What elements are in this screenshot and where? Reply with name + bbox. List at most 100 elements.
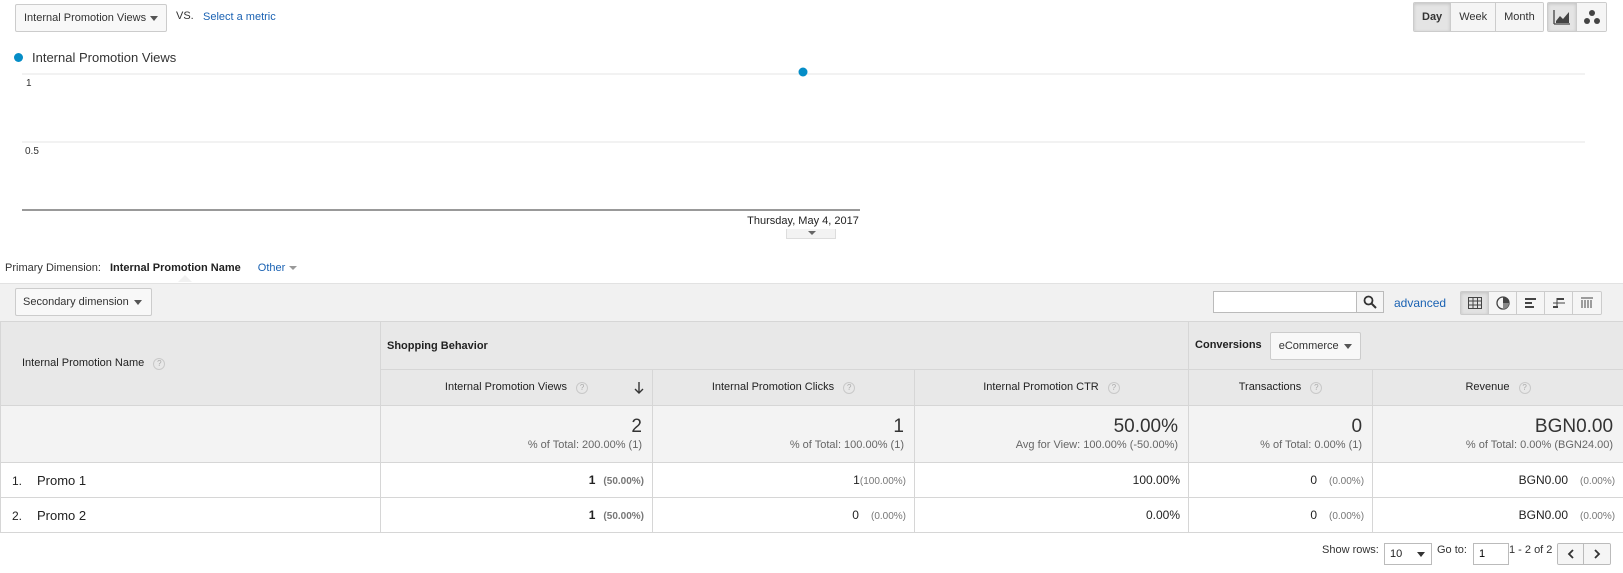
page-range: 1 - 2 of 2 <box>1509 544 1553 556</box>
conversions-select[interactable]: eCommerce <box>1269 331 1361 360</box>
column-header-label: Internal Promotion CTR <box>983 381 1099 394</box>
line-chart: 1 0.5 Thursday, May 4, 2017 <box>22 67 1585 227</box>
total-value: 50.00% <box>1113 416 1179 437</box>
views-cell: 1 (50.00%) <box>380 497 653 533</box>
primary-dimension-active[interactable]: Internal Promotion Name <box>110 262 241 282</box>
chart-collapse-handle[interactable] <box>786 229 836 239</box>
totals-empty-cell <box>0 405 381 463</box>
revenue-percent: (0.00%) <box>1580 476 1616 487</box>
column-header-views[interactable]: Internal Promotion Views ? <box>380 369 653 406</box>
page-nav <box>1557 543 1611 565</box>
transactions-value: 0 <box>1310 508 1318 522</box>
advanced-filter-link[interactable]: advanced <box>1394 296 1446 310</box>
pie-view-button[interactable] <box>1489 292 1517 314</box>
dimension-header-label: Internal Promotion Name <box>22 357 145 370</box>
primary-dimension-label: Primary Dimension: <box>5 262 101 274</box>
metric-select[interactable]: Internal Promotion Views <box>15 4 167 32</box>
row-name-link[interactable]: Promo 1 <box>37 473 86 488</box>
revenue-value: BGN0.00 <box>1518 508 1569 522</box>
row-name-cell: 1. Promo 1 <box>0 462 381 498</box>
column-header-label: Transactions <box>1238 381 1302 394</box>
clicks-value: 0 <box>852 508 859 522</box>
chevron-down-icon <box>1343 343 1352 349</box>
help-icon[interactable]: ? <box>1518 381 1531 394</box>
clicks-percent: (0.00%) <box>870 511 906 522</box>
help-icon[interactable]: ? <box>843 381 856 394</box>
goto-page-input[interactable] <box>1473 543 1509 565</box>
secondary-dimension-select[interactable]: Secondary dimension <box>15 288 152 316</box>
previous-page-button[interactable] <box>1558 544 1584 564</box>
chevron-down-icon <box>134 300 142 305</box>
column-header-clicks[interactable]: Internal Promotion Clicks ? <box>652 369 915 406</box>
total-cell: 2 % of Total: 200.00% (1) <box>380 405 653 463</box>
data-point[interactable] <box>798 67 808 77</box>
column-header-transactions[interactable]: Transactions ? <box>1188 369 1374 406</box>
motion-chart-button[interactable] <box>1577 3 1606 31</box>
total-cell: 0 % of Total: 0.00% (1) <box>1188 405 1374 463</box>
day-button[interactable]: Day <box>1414 3 1452 31</box>
table-search-input[interactable] <box>1213 291 1357 313</box>
help-icon[interactable]: ? <box>1310 381 1323 394</box>
primary-dimension-other-label: Other <box>257 262 286 274</box>
clicks-cell: 0 (0.00%) <box>652 497 915 533</box>
chart-legend: Internal Promotion Views <box>14 50 176 65</box>
shopping-behavior-label: Shopping Behavior <box>387 339 488 352</box>
report-table: Internal Promotion Name ? Shopping Behav… <box>0 321 1623 533</box>
table-row: 2. Promo 2 1 (50.00%) 0 (0.00%) 0.00% 0 (0.0… <box>0 497 1623 533</box>
row-name-link[interactable]: Promo 2 <box>37 508 86 523</box>
performance-view-button[interactable] <box>1517 292 1545 314</box>
comparison-view-button[interactable] <box>1545 292 1573 314</box>
motion-chart-icon <box>1583 10 1600 24</box>
column-header-revenue[interactable]: Revenue ? <box>1372 369 1623 406</box>
column-header-ctr[interactable]: Internal Promotion CTR ? <box>913 369 1190 406</box>
rows-per-page-select[interactable]: 10 <box>1384 543 1432 565</box>
help-icon[interactable]: ? <box>576 381 589 394</box>
chevron-right-icon <box>1594 549 1601 559</box>
revenue-percent: (0.00%) <box>1580 511 1616 522</box>
metric-select-label: Internal Promotion Views <box>24 12 147 24</box>
line-chart-button[interactable] <box>1548 3 1577 31</box>
legend-series-name: Internal Promotion Views <box>32 50 177 65</box>
help-icon[interactable]: ? <box>1107 381 1120 394</box>
views-value: 1 <box>588 508 596 522</box>
column-header-label: Internal Promotion Clicks <box>711 381 835 394</box>
search-button[interactable] <box>1356 291 1384 313</box>
ctr-value: 100.00% <box>1132 473 1181 487</box>
primary-dimension-other[interactable]: Other <box>258 262 298 274</box>
clicks-percent: (100.00%) <box>859 476 906 487</box>
revenue-cell: BGN0.00 (0.00%) <box>1372 497 1623 533</box>
comparison-icon <box>1552 298 1565 308</box>
total-cell: 1 % of Total: 100.00% (1) <box>652 405 915 463</box>
views-percent: (50.00%) <box>603 511 644 522</box>
vs-label: VS. <box>176 10 194 22</box>
views-value: 1 <box>588 473 596 487</box>
help-icon[interactable]: ? <box>153 357 166 370</box>
table-view-button[interactable] <box>1461 292 1489 314</box>
total-subtext: % of Total: 100.00% (1) <box>789 439 904 451</box>
transactions-percent: (0.00%) <box>1329 476 1365 487</box>
next-page-button[interactable] <box>1584 544 1610 564</box>
month-button[interactable]: Month <box>1496 3 1543 31</box>
views-cell: 1 (50.00%) <box>380 462 653 498</box>
transactions-cell: 0 (0.00%) <box>1188 497 1374 533</box>
select-metric-link[interactable]: Select a metric <box>203 11 276 23</box>
grid-icon <box>1467 297 1482 309</box>
line-chart-icon <box>1553 10 1570 25</box>
pivot-view-button[interactable] <box>1573 292 1601 314</box>
transactions-value: 0 <box>1310 473 1318 487</box>
total-subtext: % of Total: 0.00% (BGN24.00) <box>1465 439 1614 451</box>
chart-type-toggle <box>1547 2 1607 32</box>
dimension-header[interactable]: Internal Promotion Name ? <box>0 321 381 406</box>
pie-chart-icon <box>1495 296 1510 310</box>
week-button[interactable]: Week <box>1451 3 1497 31</box>
sort-descending-icon[interactable] <box>634 382 644 394</box>
primary-dimension-bar: Primary Dimension: Internal Promotion Na… <box>5 262 298 282</box>
row-index: 2. <box>12 508 23 523</box>
pivot-icon <box>1581 297 1593 308</box>
bar-chart-icon <box>1524 298 1536 308</box>
table-toolbar: Secondary dimension advanced <box>0 283 1623 321</box>
total-value: 1 <box>893 416 904 437</box>
row-name-cell: 2. Promo 2 <box>0 497 381 533</box>
chevron-down-icon <box>150 16 158 21</box>
goto-label: Go to: <box>1437 544 1467 556</box>
